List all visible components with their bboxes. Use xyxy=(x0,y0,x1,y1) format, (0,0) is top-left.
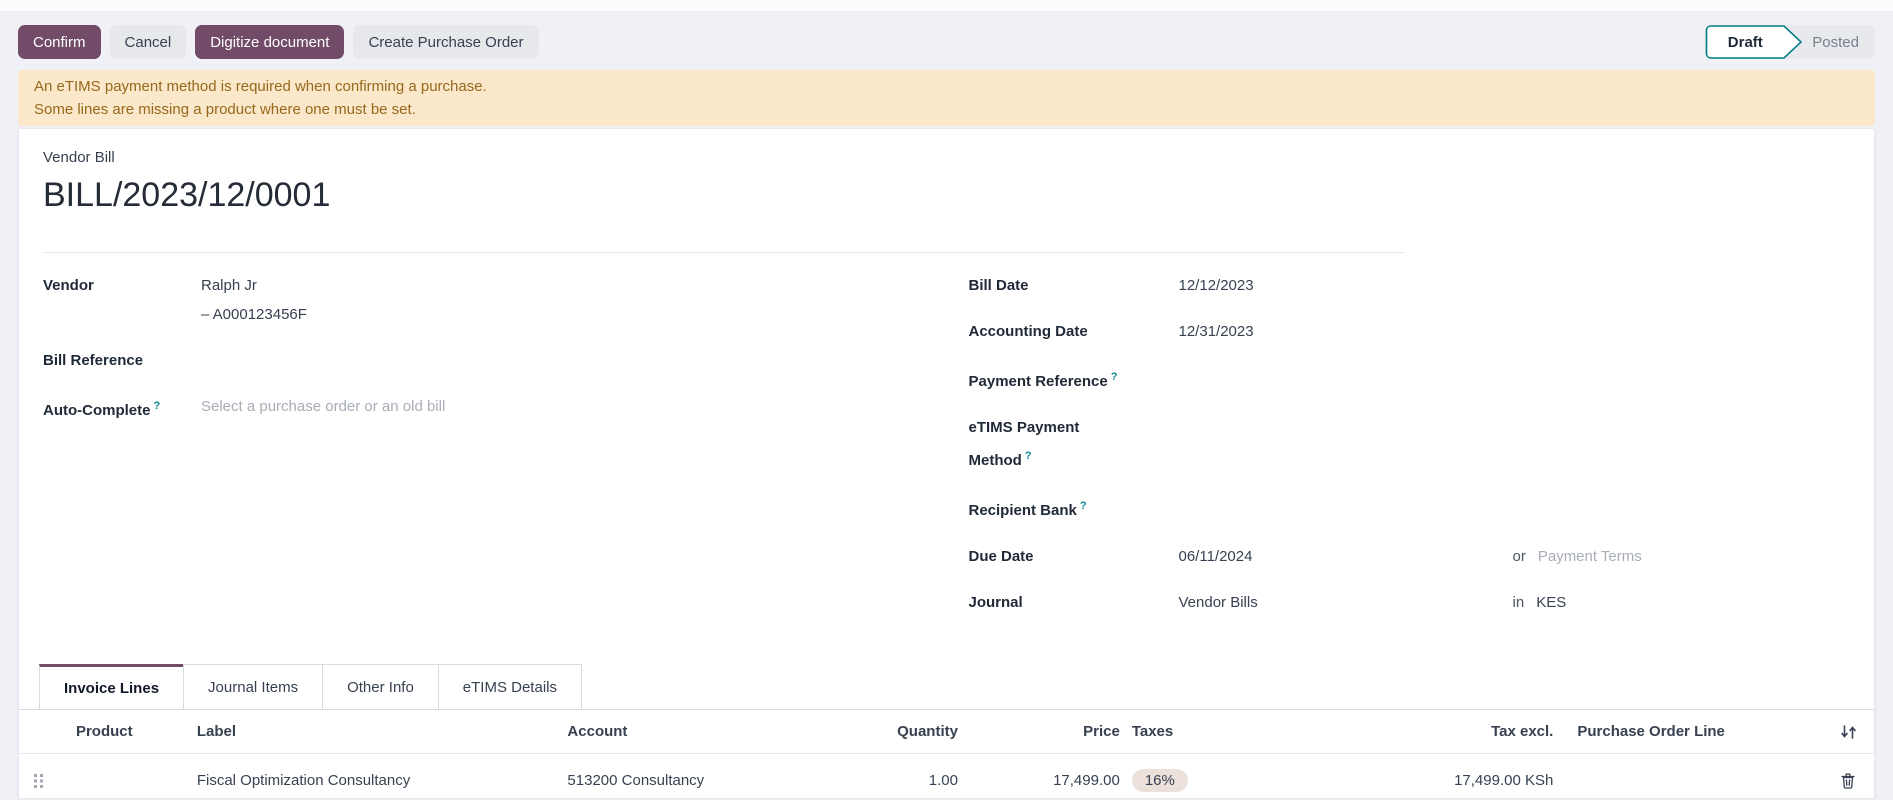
payment-reference-label: Payment Reference? xyxy=(969,363,1119,396)
cell-quantity[interactable]: 1.00 xyxy=(888,772,978,789)
currency-value[interactable]: KES xyxy=(1536,594,1566,611)
status-draft-label: Draft xyxy=(1705,25,1785,59)
header-account[interactable]: Account xyxy=(548,723,888,740)
field-columns: Vendor Ralph Jr – A000123456F Bill Refer… xyxy=(43,271,1850,634)
auto-complete-label: Auto-Complete? xyxy=(43,392,201,425)
payment-terms-cell: or Payment Terms xyxy=(1513,542,1851,571)
accounting-date-label: Accounting Date xyxy=(969,317,1119,346)
payment-reference-field-row: Payment Reference? xyxy=(969,363,1851,396)
tab-etims-details-label: eTIMS Details xyxy=(463,679,557,696)
journal-field-row: Journal Vendor Bills in KES xyxy=(969,588,1851,617)
document-name[interactable]: BILL/2023/12/0001 xyxy=(43,172,1850,218)
recipient-bank-help-icon: ? xyxy=(1080,500,1087,512)
auto-complete-help-icon: ? xyxy=(154,400,161,412)
tab-invoice-lines[interactable]: Invoice Lines xyxy=(39,664,184,709)
accounting-date-value[interactable]: 12/31/2023 xyxy=(1179,317,1453,346)
left-field-group: Vendor Ralph Jr – A000123456F Bill Refer… xyxy=(43,271,947,634)
status-posted-label: Posted xyxy=(1812,34,1859,51)
etims-payment-method-label: eTIMS Payment Method? xyxy=(969,413,1119,475)
warning-line-2: Some lines are missing a product where o… xyxy=(34,98,1859,121)
or-conjunction: or xyxy=(1513,548,1526,565)
journal-label: Journal xyxy=(969,588,1119,617)
bill-reference-field-row: Bill Reference xyxy=(43,346,947,375)
right-field-group: Bill Date 12/12/2023 Accounting Date 12/… xyxy=(947,271,1851,634)
tab-journal-items-label: Journal Items xyxy=(208,679,298,696)
cancel-button[interactable]: Cancel xyxy=(110,25,187,59)
cell-price[interactable]: 17,499.00 xyxy=(978,772,1128,789)
recipient-bank-label: Recipient Bank? xyxy=(969,492,1119,525)
top-navbar-edge xyxy=(0,0,1893,12)
auto-complete-label-text: Auto-Complete xyxy=(43,402,151,419)
status-posted[interactable]: Posted xyxy=(1802,25,1875,59)
recipient-bank-label-text: Recipient Bank xyxy=(969,502,1077,519)
title-divider xyxy=(43,252,1404,253)
header-tax-excl[interactable]: Tax excl. xyxy=(1437,723,1559,740)
tab-other-info-label: Other Info xyxy=(347,679,414,696)
vendor-vat-value[interactable]: – A000123456F xyxy=(201,300,947,329)
table-header-row: Product Label Account Quantity Price Tax… xyxy=(19,710,1874,754)
tab-invoice-lines-label: Invoice Lines xyxy=(64,680,159,697)
auto-complete-field-row: Auto-Complete? Select a purchase order o… xyxy=(43,392,947,425)
etims-payment-method-field-row: eTIMS Payment Method? xyxy=(969,413,1851,475)
auto-complete-input[interactable]: Select a purchase order or an old bill xyxy=(201,392,947,425)
tab-journal-items[interactable]: Journal Items xyxy=(183,664,323,709)
warning-line-1: An eTIMS payment method is required when… xyxy=(34,75,1859,98)
vendor-name-value[interactable]: Ralph Jr xyxy=(201,271,947,300)
header-price[interactable]: Price xyxy=(978,723,1128,740)
tax-badge[interactable]: 16% xyxy=(1132,769,1188,792)
confirm-button[interactable]: Confirm xyxy=(18,25,101,59)
notebook-tabs: Invoice Lines Journal Items Other Info e… xyxy=(19,664,1874,710)
cell-tax-excl: 17,499.00 KSh xyxy=(1437,772,1559,789)
create-purchase-order-button[interactable]: Create Purchase Order xyxy=(353,25,538,59)
accounting-date-field-row: Accounting Date 12/31/2023 xyxy=(969,317,1851,346)
vendor-label: Vendor xyxy=(43,271,201,329)
status-draft[interactable]: Draft xyxy=(1705,25,1802,59)
due-date-field-row: Due Date 06/11/2024 or Payment Terms xyxy=(969,542,1851,571)
delete-row-icon[interactable] xyxy=(1839,771,1857,791)
etims-payment-method-label-text: eTIMS Payment Method xyxy=(969,419,1080,469)
status-pipeline: Draft Posted xyxy=(1705,25,1875,59)
bill-date-value[interactable]: 12/12/2023 xyxy=(1179,271,1453,300)
in-conjunction: in xyxy=(1513,594,1525,611)
tab-other-info[interactable]: Other Info xyxy=(322,664,439,709)
form-statusbar: Confirm Cancel Digitize document Create … xyxy=(0,12,1893,70)
vendor-field-row: Vendor Ralph Jr – A000123456F xyxy=(43,271,947,329)
payment-terms-input[interactable]: Payment Terms xyxy=(1538,548,1642,565)
invoice-lines-table: Product Label Account Quantity Price Tax… xyxy=(19,710,1874,800)
tab-etims-details[interactable]: eTIMS Details xyxy=(438,664,582,709)
payment-reference-help-icon: ? xyxy=(1111,371,1118,383)
header-quantity[interactable]: Quantity xyxy=(888,723,978,740)
header-label[interactable]: Label xyxy=(179,723,549,740)
etims-payment-method-input[interactable] xyxy=(1179,413,1453,475)
bill-date-label: Bill Date xyxy=(969,271,1119,300)
bill-reference-label: Bill Reference xyxy=(43,346,201,375)
recipient-bank-field-row: Recipient Bank? xyxy=(969,492,1851,525)
vendor-bill-form-sheet: Vendor Bill BILL/2023/12/0001 Vendor Ral… xyxy=(18,128,1875,798)
warning-banner: An eTIMS payment method is required when… xyxy=(18,70,1875,126)
header-taxes[interactable]: Taxes xyxy=(1128,723,1438,740)
due-date-value[interactable]: 06/11/2024 xyxy=(1179,542,1453,571)
bill-reference-input[interactable] xyxy=(201,346,947,375)
payment-reference-input[interactable] xyxy=(1179,363,1453,396)
journal-value[interactable]: Vendor Bills xyxy=(1179,588,1453,617)
due-date-label: Due Date xyxy=(969,542,1119,571)
payment-reference-label-text: Payment Reference xyxy=(969,373,1108,390)
document-type-label: Vendor Bill xyxy=(43,149,1850,166)
etims-payment-method-help-icon: ? xyxy=(1025,450,1032,462)
cell-label[interactable]: Fiscal Optimization Consultancy xyxy=(179,772,549,789)
optional-columns-icon[interactable] xyxy=(1838,722,1859,742)
invoice-line-row[interactable]: Fiscal Optimization Consultancy 513200 C… xyxy=(19,754,1874,800)
digitize-document-button[interactable]: Digitize document xyxy=(195,25,344,59)
cell-account[interactable]: 513200 Consultancy xyxy=(548,772,888,789)
header-purchase-order-line[interactable]: Purchase Order Line xyxy=(1559,723,1822,740)
recipient-bank-input[interactable] xyxy=(1179,492,1453,525)
bill-date-field-row: Bill Date 12/12/2023 xyxy=(969,271,1851,300)
header-product[interactable]: Product xyxy=(59,723,179,740)
currency-cell: in KES xyxy=(1513,588,1851,617)
drag-handle-icon[interactable] xyxy=(32,771,46,791)
